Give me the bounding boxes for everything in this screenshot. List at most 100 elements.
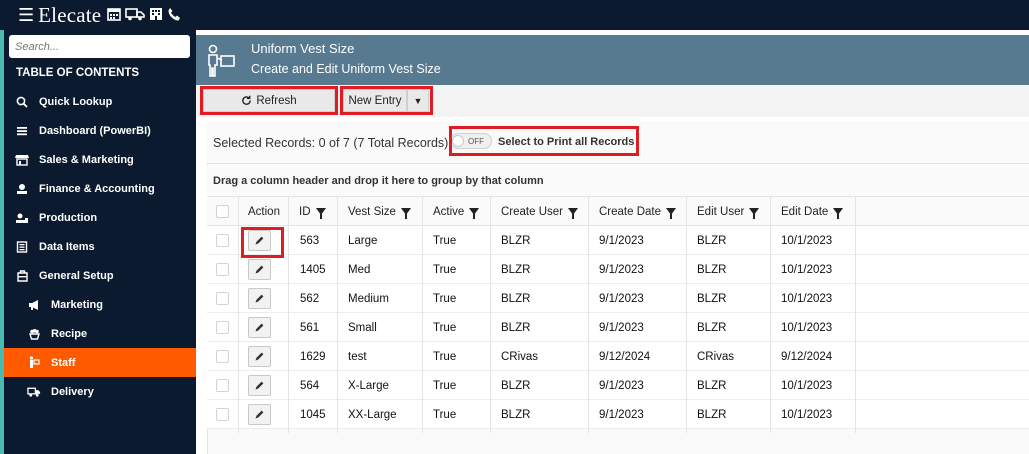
app-logo[interactable]: Elecate	[38, 3, 101, 28]
column-header-label: Edit User	[697, 205, 745, 218]
column-header-edit-date[interactable]: Edit Date	[771, 197, 856, 226]
column-header-create-user[interactable]: Create User	[491, 197, 589, 226]
truck-icon[interactable]	[125, 7, 146, 24]
group-drop-zone[interactable]: Drag a column header and drop it here to…	[207, 165, 1029, 197]
cell-vest-size: Med	[348, 263, 371, 276]
table-row[interactable]: 561 Small True BLZR 9/1/2023 BLZR 10/1/2023	[207, 313, 1029, 342]
sidebar-item-label: Production	[39, 211, 98, 224]
column-header-label: ID	[299, 205, 311, 218]
sidebar-item-marketing[interactable]: Marketing	[4, 290, 196, 319]
column-header-create-date[interactable]: Create Date	[589, 197, 687, 226]
cell-edit-user: BLZR	[697, 263, 727, 276]
building-icon[interactable]	[149, 7, 163, 24]
column-header-vest-size[interactable]: Vest Size	[338, 197, 423, 226]
store-icon	[15, 154, 29, 166]
edit-button[interactable]	[248, 259, 271, 280]
cell-edit-date: 10/1/2023	[781, 292, 833, 305]
sidebar-item-data-items[interactable]: Data Items	[4, 232, 196, 261]
page-header: Uniform Vest Size Create and Edit Unifor…	[196, 35, 1029, 85]
edit-button[interactable]	[248, 404, 271, 425]
filter-icon[interactable]	[833, 208, 844, 219]
filter-icon[interactable]	[749, 208, 760, 219]
cell-active: True	[433, 379, 457, 392]
column-divider	[337, 197, 338, 433]
staff-icon	[208, 44, 235, 77]
sidebar-item-recipe[interactable]: Recipe	[4, 319, 196, 348]
cell-edit-date: 10/1/2023	[781, 234, 833, 247]
search-icon	[15, 96, 29, 108]
toc-title: TABLE OF CONTENTS	[16, 67, 140, 79]
cell-create-date: 9/1/2023	[599, 234, 644, 247]
column-header-edit-user[interactable]: Edit User	[687, 197, 771, 226]
cell-edit-date: 10/1/2023	[781, 379, 833, 392]
phone-icon[interactable]	[167, 7, 181, 24]
row-checkbox[interactable]	[216, 379, 229, 392]
cell-edit-user: BLZR	[697, 234, 727, 247]
cell-edit-user: BLZR	[697, 321, 727, 334]
cell-create-date: 9/12/2024	[599, 350, 651, 363]
column-header-active[interactable]: Active	[423, 197, 491, 226]
filter-icon[interactable]	[315, 208, 326, 219]
table-row[interactable]: 563 Large True BLZR 9/1/2023 BLZR 10/1/2023	[207, 226, 1029, 255]
selected-records-text: Selected Records: 0 of 7 (7 Total Record…	[213, 136, 449, 150]
edit-button-highlight	[241, 227, 284, 258]
cell-create-user: BLZR	[501, 234, 531, 247]
cell-active: True	[433, 350, 457, 363]
cell-id: 561	[300, 321, 320, 334]
pencil-icon	[254, 409, 265, 420]
column-header-id[interactable]: ID	[289, 197, 338, 226]
row-checkbox[interactable]	[216, 321, 229, 334]
row-checkbox[interactable]	[216, 350, 229, 363]
cell-vest-size: Small	[348, 321, 377, 334]
column-divider	[588, 197, 589, 433]
bars-icon	[15, 125, 29, 137]
sidebar-item-dashboard-powerbi[interactable]: Dashboard (PowerBI)	[4, 116, 196, 145]
edit-button[interactable]	[248, 288, 271, 309]
filter-icon[interactable]	[568, 208, 578, 219]
column-divider	[770, 197, 771, 433]
recipe-icon	[27, 328, 41, 340]
calendar-icon[interactable]	[107, 7, 122, 24]
row-checkbox[interactable]	[216, 263, 229, 276]
sidebar-item-sales-marketing[interactable]: Sales & Marketing	[4, 145, 196, 174]
column-header-action[interactable]: Action	[239, 197, 289, 226]
edit-button[interactable]	[248, 346, 271, 367]
search-input[interactable]	[9, 35, 190, 58]
edit-button[interactable]	[248, 317, 271, 338]
refresh-highlight	[200, 86, 338, 115]
table-row[interactable]: 562 Medium True BLZR 9/1/2023 BLZR 10/1/2023	[207, 284, 1029, 313]
row-checkbox[interactable]	[216, 234, 229, 247]
cell-edit-date: 10/1/2023	[781, 321, 833, 334]
sidebar-item-label: Recipe	[51, 327, 88, 340]
cell-edit-user: BLZR	[697, 379, 727, 392]
filter-icon[interactable]	[400, 208, 411, 219]
table-row[interactable]: 1045 XX-Large True BLZR 9/1/2023 BLZR 10/1/202…	[207, 400, 1029, 429]
data-icon	[15, 240, 29, 253]
row-checkbox[interactable]	[216, 292, 229, 305]
sidebar-item-staff[interactable]: Staff	[4, 348, 196, 377]
group-hint-text: Drag a column header and drop it here to…	[213, 175, 544, 187]
column-divider	[288, 197, 289, 433]
row-checkbox[interactable]	[216, 408, 229, 421]
edit-button[interactable]	[248, 375, 271, 396]
sidebar-item-finance-accounting[interactable]: Finance & Accounting	[4, 174, 196, 203]
sidebar-item-delivery[interactable]: Delivery	[4, 377, 196, 406]
sidebar-item-production[interactable]: Production	[4, 203, 196, 232]
cell-active: True	[433, 263, 457, 276]
cell-id: 1045	[300, 408, 326, 421]
table-row[interactable]: 1405 Med True BLZR 9/1/2023 BLZR 10/1/2023	[207, 255, 1029, 284]
cell-vest-size: Medium	[348, 292, 389, 305]
sidebar-item-general-setup[interactable]: General Setup	[4, 261, 196, 290]
filter-icon[interactable]	[469, 208, 480, 219]
sidebar-item-label: General Setup	[39, 269, 114, 282]
staff-icon	[27, 356, 41, 369]
table-row[interactable]: 564 X-Large True BLZR 9/1/2023 BLZR 10/1/2023	[207, 371, 1029, 400]
menu-icon[interactable]: ☰	[18, 6, 34, 24]
page-subtitle: Create and Edit Uniform Vest Size	[251, 62, 441, 76]
select-all-checkbox[interactable]	[216, 205, 229, 218]
sidebar-item-quick-lookup[interactable]: Quick Lookup	[4, 87, 196, 116]
filter-icon[interactable]	[666, 208, 677, 219]
column-header-label: Create User	[501, 205, 563, 218]
table-row[interactable]: 1629 test True CRivas 9/12/2024 CRivas 9/12/20…	[207, 342, 1029, 371]
cell-id: 564	[300, 379, 320, 392]
